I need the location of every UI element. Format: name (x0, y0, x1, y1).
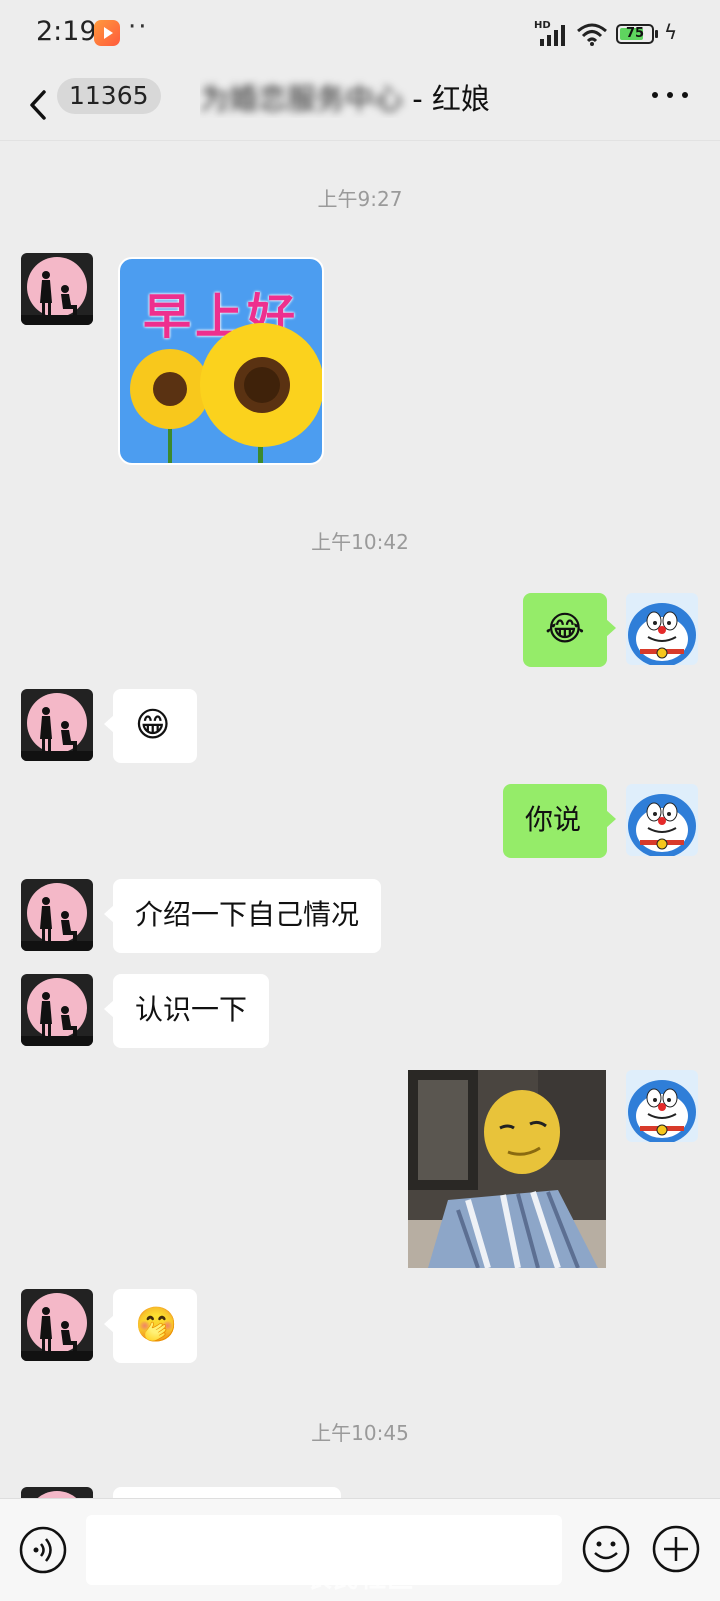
contact-avatar[interactable] (21, 1289, 93, 1361)
hand-over-mouth-emoji: 🤭 (135, 1305, 178, 1345)
chat-header: 11365 为婚恋服务中心 - 红娘 (0, 70, 720, 141)
received-message-bubble[interactable]: 介绍一下自己情况 (103, 879, 382, 953)
received-message-bubble[interactable]: 认识一下 (103, 974, 270, 1048)
message-text: 介绍一下自己情况 (135, 898, 360, 931)
plus-icon[interactable] (650, 1523, 702, 1575)
my-avatar[interactable] (626, 1070, 698, 1142)
chat-title-blurred: 为婚恋服务中心 (200, 82, 404, 116)
video-app-icon (94, 20, 120, 46)
chat-title: 为婚恋服务中心 - 红娘 (200, 76, 530, 118)
received-message-bubble[interactable] (104, 1487, 341, 1531)
battery-tip (655, 30, 658, 38)
message-text: 认识一下 (135, 993, 248, 1026)
sent-image[interactable] (408, 1070, 606, 1268)
contact-avatar[interactable] (21, 689, 93, 761)
good-morning-sticker[interactable]: 早上好 (118, 257, 324, 465)
received-message-bubble[interactable]: 😁 (104, 689, 197, 763)
contact-avatar[interactable] (21, 253, 93, 325)
voice-icon[interactable] (18, 1525, 68, 1575)
contact-avatar[interactable] (21, 879, 93, 951)
timestamp: 上午10:42 (311, 530, 409, 554)
signal-icon (540, 25, 565, 46)
my-avatar[interactable] (626, 784, 698, 856)
emoji-icon[interactable] (580, 1523, 632, 1575)
more-icon[interactable] (650, 80, 690, 110)
battery-level: 75 (625, 26, 645, 41)
tears-of-joy-emoji: 😂 (545, 609, 585, 649)
chat-title-visible: 红娘 (431, 82, 490, 116)
sent-message-bubble[interactable]: 😂 (523, 593, 616, 667)
timestamp: 上午10:45 (311, 1421, 409, 1445)
sunflower-icon (130, 323, 322, 463)
contact-avatar[interactable] (21, 974, 93, 1046)
timestamp: 上午9:27 (317, 187, 403, 211)
wifi-icon (577, 23, 607, 46)
unread-count-badge[interactable]: 11365 (57, 78, 161, 114)
more-notifications-icon: ·· (128, 12, 149, 42)
message-text: 你说 (525, 803, 582, 836)
battery-icon: 75 (616, 24, 654, 44)
charging-icon: ϟ (664, 20, 678, 44)
my-avatar[interactable] (626, 593, 698, 665)
contact-avatar[interactable] (21, 1487, 93, 1498)
chevron-left-icon[interactable] (24, 86, 58, 124)
chat-title-separator: - (403, 82, 432, 116)
grinning-emoji: 😁 (135, 705, 171, 745)
received-message-bubble[interactable]: 🤭 (104, 1289, 197, 1363)
status-time: 2:19 (36, 16, 97, 47)
watermark: 农民社区 (305, 1564, 414, 1594)
sent-message-bubble[interactable]: 你说 (503, 784, 616, 858)
status-bar: 2:19 ·· HD 75 ϟ (0, 0, 720, 70)
